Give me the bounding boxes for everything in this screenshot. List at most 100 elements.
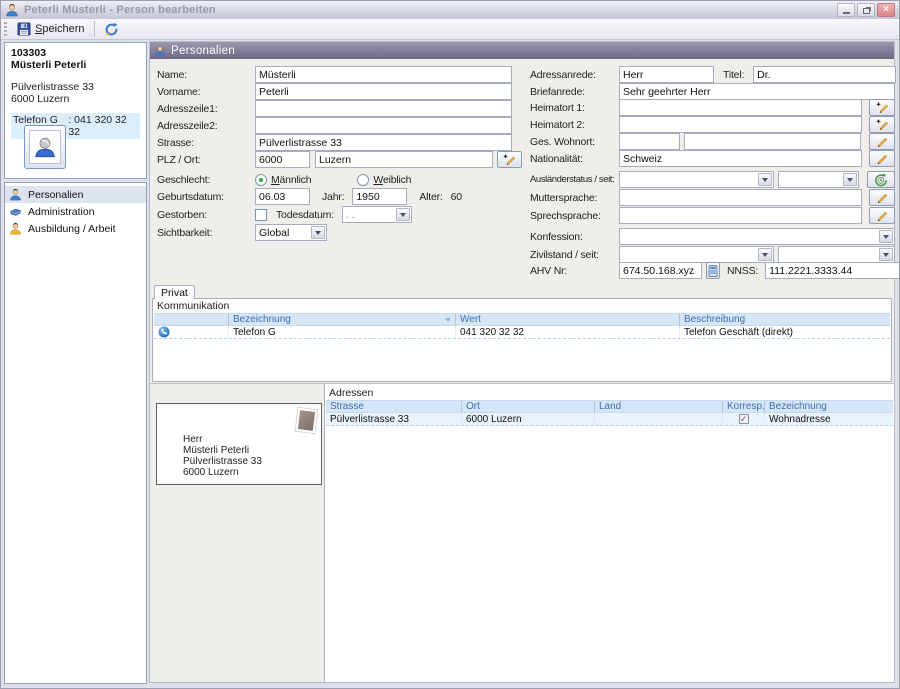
maennlich-radio[interactable] [255,174,267,186]
zivilstand-combo[interactable] [619,246,774,263]
ges-wohnort-plz-input[interactable] [619,133,680,150]
envelope-line: 6000 Luzern [183,467,262,478]
minimize-icon [843,12,850,14]
column-header-beschreibung[interactable]: Beschreibung [679,314,890,325]
restore-icon [863,8,870,14]
close-button[interactable]: × [877,3,895,17]
ges-wohnort-label: Ges. Wohnort: [530,136,619,148]
save-button-label: Speichern [35,23,85,35]
strasse-input[interactable] [255,134,512,151]
nationalitaet-input[interactable] [619,150,862,167]
vorname-input[interactable] [255,83,512,100]
column-header-korrespondenz[interactable]: Korresp... [722,401,764,412]
refresh-button[interactable] [98,20,125,38]
table-row[interactable]: Pülverlistrasse 33 6000 Luzern ✓ Wohnadr… [326,413,893,426]
sprechsprache-edit-button[interactable] [869,207,895,224]
name-input[interactable] [255,66,512,83]
column-header-bezeichnung[interactable]: Bezeichnung [228,314,455,325]
cell-land [594,413,722,425]
muttersprache-input[interactable] [619,189,862,206]
sidebar-item-personalien[interactable]: Personalien [5,186,146,203]
table-row[interactable]: Telefon G 041 320 32 32 Telefon Geschäft… [154,326,890,339]
tab-privat[interactable]: Privat [154,285,195,299]
name-label: Name: [157,69,255,81]
photo-button[interactable] [24,125,66,169]
ahv-check-button[interactable] [706,262,720,279]
geburtsdatum-input[interactable] [255,188,310,205]
sprechsprache-input[interactable] [619,207,862,224]
toolbar: Speichern [1,19,899,40]
adressanrede-input[interactable] [619,66,714,83]
ges-wohnort-ort-input[interactable] [684,133,861,150]
gestorben-label: Gestorben: [157,209,255,221]
plz-input[interactable] [255,151,310,168]
zivilstand-seit-combo[interactable] [778,246,895,263]
gestorben-checkbox[interactable] [255,209,267,221]
save-button[interactable]: Speichern [11,20,91,38]
weiblich-radio[interactable] [357,174,369,186]
pencil-icon [874,135,890,149]
sidebar-item-ausbildung-arbeit[interactable]: Ausbildung / Arbeit [5,220,146,237]
cell-bezeichnung: Wohnadresse [764,413,893,425]
column-header-bezeichnung[interactable]: Bezeichnung [764,401,893,412]
heimatort1-lookup-button[interactable] [869,99,895,116]
icon-column-header[interactable] [154,314,228,325]
nationalitaet-label: Nationalität: [530,153,619,165]
pencil-icon [874,191,890,205]
adresszeile2-input[interactable] [255,117,512,134]
heimatort1-input[interactable] [619,99,862,116]
person-summary-panel: 103303 Müsterli Peterli Pülverlistrasse … [4,42,147,179]
konfession-combo[interactable] [619,228,895,245]
sprechsprache-label: Sprechsprache: [530,210,619,222]
sidebar-item-administration[interactable]: Administration [5,203,146,220]
auslaenderstatus-history-button[interactable] [867,171,895,188]
heimatort2-label: Heimatort 2: [530,119,619,131]
column-header-strasse[interactable]: Strasse [326,401,461,412]
korrespondenz-checkbox[interactable]: ✓ [739,414,749,424]
titel-label: Titel: [723,69,744,81]
chevron-down-icon [843,173,857,186]
nationalitaet-edit-button[interactable] [869,150,895,167]
nnss-input[interactable] [765,262,900,279]
person-icon [154,45,166,57]
tab-privat-label: Privat [161,287,188,299]
minimize-button[interactable] [837,3,855,17]
person-id: 103303 [11,47,140,59]
column-header-label: Bezeichnung [233,314,291,325]
auslaenderstatus-seit-combo[interactable] [778,171,859,188]
vorname-label: Vorname: [157,86,255,98]
save-icon [17,22,31,36]
ahv-input[interactable] [619,262,702,279]
ort-lookup-button[interactable] [497,151,522,168]
kommunikation-table: Bezeichnung Wert Beschreibung [154,313,890,380]
phone-value: : 041 320 32 32 [68,114,138,138]
titel-input[interactable] [753,66,896,83]
adresszeile1-input[interactable] [255,100,512,117]
person-city: 6000 Luzern [11,93,140,105]
chevron-down-icon [879,248,893,261]
form-right-column: Adressanrede: Titel: Briefanrede: Heimat… [530,66,895,279]
ges-wohnort-edit-button[interactable] [869,133,895,150]
jahr-input[interactable] [352,188,407,205]
auslaenderstatus-combo[interactable] [619,171,774,188]
column-header-ort[interactable]: Ort [461,401,594,412]
pencil-icon [874,209,890,223]
ort-input[interactable] [315,151,493,168]
kommunikation-title: Kommunikation [157,300,229,312]
restore-button[interactable] [857,3,875,17]
todesdatum-combo[interactable]: . . [342,206,412,223]
briefanrede-input[interactable] [619,83,895,100]
chevron-down-icon [879,230,893,243]
heimatort2-lookup-button[interactable] [869,116,895,133]
sichtbarkeit-combo[interactable]: Global [255,224,327,241]
toolbar-grip[interactable] [4,22,7,36]
magic-wand-icon [874,101,890,115]
heimatort2-input[interactable] [619,116,862,133]
kommunikation-panel: Kommunikation Bezeichnung Wert Beschreib… [152,298,892,382]
column-header-wert[interactable]: Wert [455,314,679,325]
alter-value: 60 [451,191,462,203]
heimatort1-label: Heimatort 1: [530,102,619,114]
column-header-land[interactable]: Land [594,401,722,412]
strasse-label: Strasse: [157,137,255,149]
muttersprache-edit-button[interactable] [869,189,895,206]
